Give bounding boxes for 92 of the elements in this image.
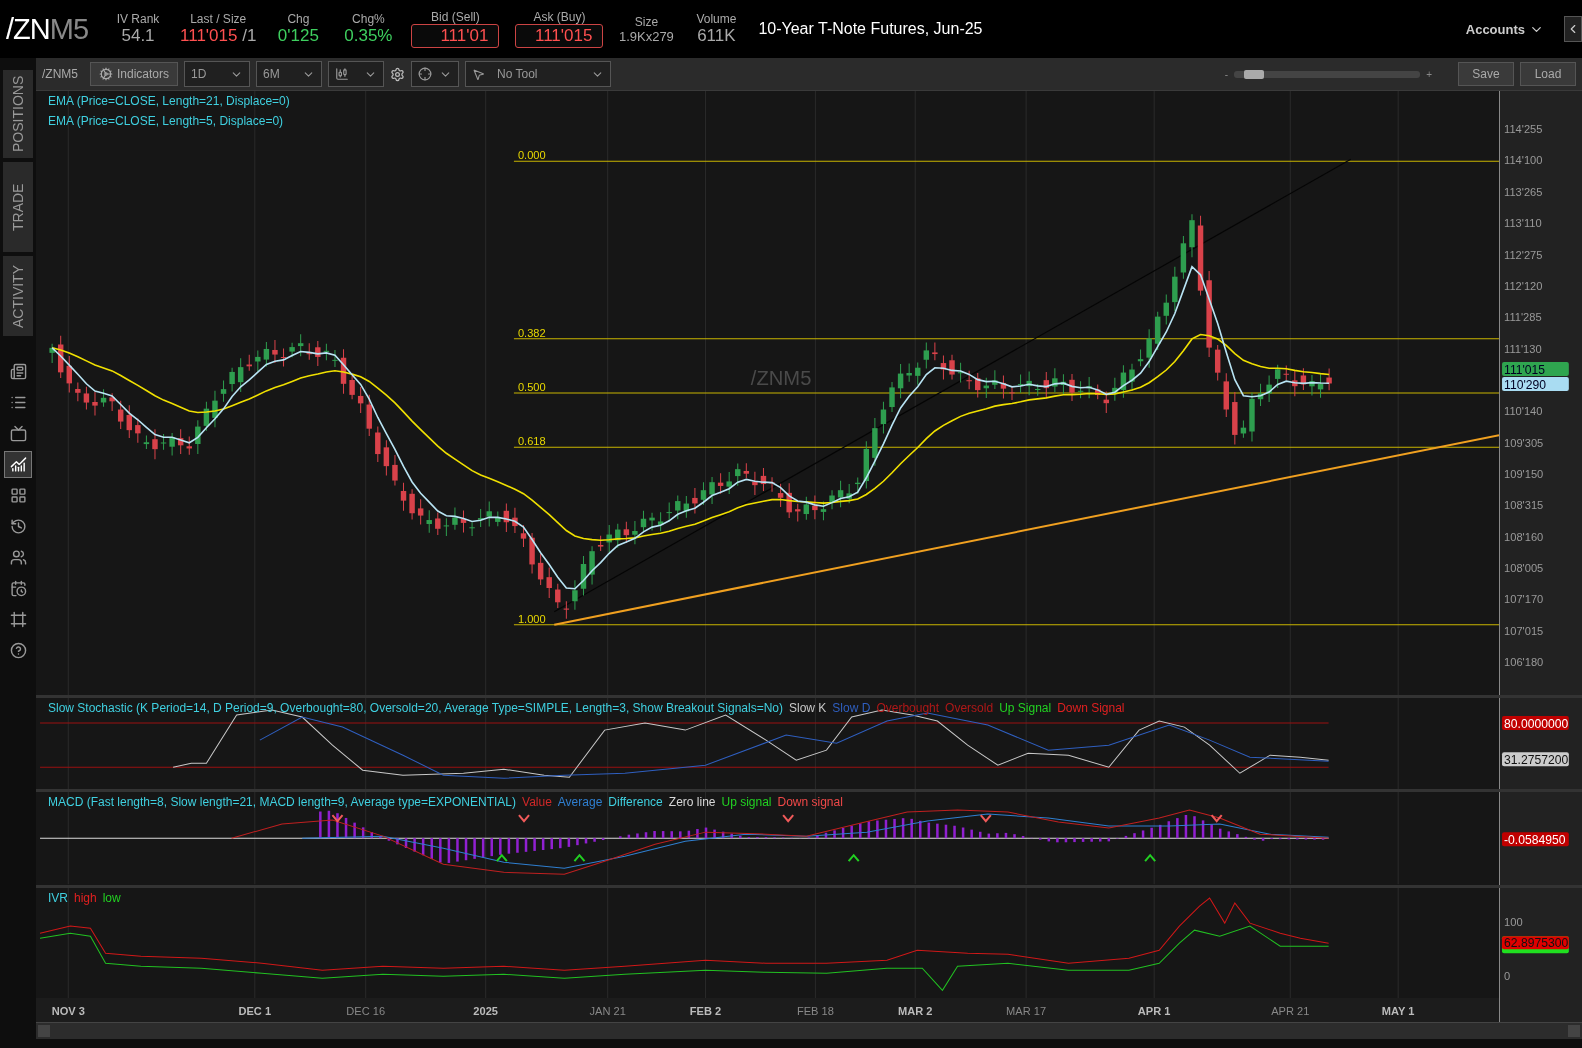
quote-label: Chg% (352, 12, 385, 26)
date-label: APR 21 (1271, 1005, 1310, 1017)
value-badge: 62.8975300 (1502, 935, 1569, 953)
axis-label: 0 (1504, 969, 1511, 982)
quote-label: IV Rank (116, 12, 160, 26)
axis-label: 108'160 (1504, 530, 1544, 543)
axis-label: 111'130 (1504, 342, 1542, 355)
axis-label: 107'170 (1504, 593, 1544, 606)
legend-label: high (74, 890, 97, 905)
save-button[interactable]: Save (1458, 62, 1514, 86)
legend-label: Overbought (876, 700, 940, 715)
axis-label: 108'315 (1504, 499, 1544, 512)
date-label: DEC 1 (238, 1005, 272, 1017)
date-label: NOV 3 (51, 1005, 85, 1017)
indicators-button[interactable]: Indicators (90, 62, 179, 86)
sidebar-tab[interactable]: TRADE (3, 162, 33, 252)
date-label: MAR 2 (898, 1005, 933, 1017)
fibonacci-label: 0.382 (517, 326, 546, 339)
quote-label: Size (634, 14, 659, 29)
accounts-dropdown[interactable]: Accounts (1459, 20, 1550, 38)
quote-value: 611K (697, 26, 736, 46)
date-label: MAY 1 (1381, 1005, 1415, 1017)
aggregation-dropdown[interactable]: 1D (184, 61, 251, 87)
value-badge: 80.0000000 (1502, 716, 1569, 732)
instrument-description: 10-Year T-Note Futures, Jun-25 (758, 20, 983, 38)
study-label: EMA (Price=CLOSE, Length=21, Displace=0) (48, 94, 290, 108)
quote-value: 0.35% (344, 26, 393, 46)
legend-label: Slow K (789, 700, 827, 715)
legend-label: Slow D (832, 700, 871, 715)
legend-label: Zero line (668, 795, 716, 810)
quote-label: Volume (696, 12, 737, 26)
quote-label: Bid (Sell) (431, 10, 480, 24)
quote-value: 0'125 (277, 26, 319, 46)
axis-label: 100 (1504, 915, 1523, 928)
price-field[interactable]: 111'015 (515, 24, 604, 48)
legend-label: Up signal (721, 795, 772, 810)
axis-label: 111'285 (1504, 311, 1542, 324)
quote-label: Last / Size (190, 12, 247, 26)
axis-label: 108'005 (1504, 562, 1544, 575)
axis-label: 110'140 (1504, 405, 1543, 418)
study-label: EMA (Price=CLOSE, Length=5, Displace=0) (48, 114, 285, 128)
quote-value: 111'015 /1 (180, 26, 257, 46)
axis-label: 112'275 (1504, 248, 1543, 261)
quote-label: Chg (287, 12, 310, 26)
price-field[interactable]: 111'01 (411, 24, 500, 48)
load-button[interactable]: Load (1520, 62, 1576, 86)
value-badge: -0.0584950 (1502, 832, 1569, 848)
axis-label: 112'120 (1504, 279, 1543, 292)
zoom-out-label[interactable]: - (1224, 68, 1229, 80)
tool-dropdown[interactable]: No Tool (465, 61, 612, 87)
date-label: FEB 2 (689, 1005, 722, 1017)
date-label: FEB 18 (796, 1005, 834, 1017)
fibonacci-label: 0.618 (517, 435, 546, 448)
legend-label: Oversold (945, 700, 994, 715)
study-label: Slow Stochastic (K Period=14, D Period=9, Overbought=80, Oversold=20, Average Type=SIMPLE, Length=3, Show Breakout Signals=No) (48, 700, 783, 715)
symbol-title: /ZNM5 (6, 12, 88, 46)
legend-label: Up Signal (999, 700, 1052, 715)
axis-label: 114'255 (1504, 123, 1543, 136)
study-label: IVR (48, 890, 68, 905)
axis-label: 106'180 (1504, 656, 1544, 669)
legend-label: Value (522, 795, 552, 810)
sidebar-tab[interactable]: ACTIVITY (3, 256, 33, 336)
axis-label: 109'305 (1504, 436, 1544, 449)
quote-label: Ask (Buy) (533, 10, 586, 24)
zoom-in-label[interactable]: + (1426, 68, 1432, 80)
study-label: MACD (Fast length=8, Slow length=21, MACD length=9, Average type=EXPONENTIAL) (48, 795, 516, 810)
legend-label: Down signal (777, 795, 843, 810)
price-badge: 111'015 (1502, 361, 1569, 377)
legend-label: Down Signal (1057, 700, 1125, 715)
axis-label: 107'015 (1504, 624, 1544, 637)
axis-label: 113'265 (1504, 185, 1543, 198)
axis-label: 113'110 (1504, 217, 1542, 230)
toolbar-symbol: /ZNM5 (42, 67, 78, 81)
value-badge: 31.2757200 (1502, 752, 1569, 768)
date-label: JAN 21 (589, 1005, 626, 1017)
legend-label: low (102, 890, 121, 905)
legend-label: Average (557, 795, 603, 810)
legend-label: Difference (608, 795, 663, 810)
period-dropdown[interactable]: 6M (256, 61, 323, 87)
fibonacci-label: 0.000 (517, 149, 546, 162)
axis-label: 114'100 (1504, 154, 1543, 167)
date-label: DEC 16 (346, 1005, 386, 1017)
quote-value: 1.9Kx279 (618, 28, 674, 44)
date-label: MAR 17 (1006, 1005, 1047, 1017)
date-label: 2025 (473, 1005, 498, 1017)
quote-value: 54.1 (121, 26, 155, 46)
fibonacci-label: 1.000 (517, 612, 546, 625)
fibonacci-label: 0.500 (517, 381, 546, 393)
sidebar-tab[interactable]: POSITIONS (3, 70, 33, 158)
date-label: APR 1 (1137, 1005, 1171, 1017)
price-badge: 110'290 (1502, 376, 1569, 392)
axis-label: 109'150 (1504, 468, 1544, 480)
